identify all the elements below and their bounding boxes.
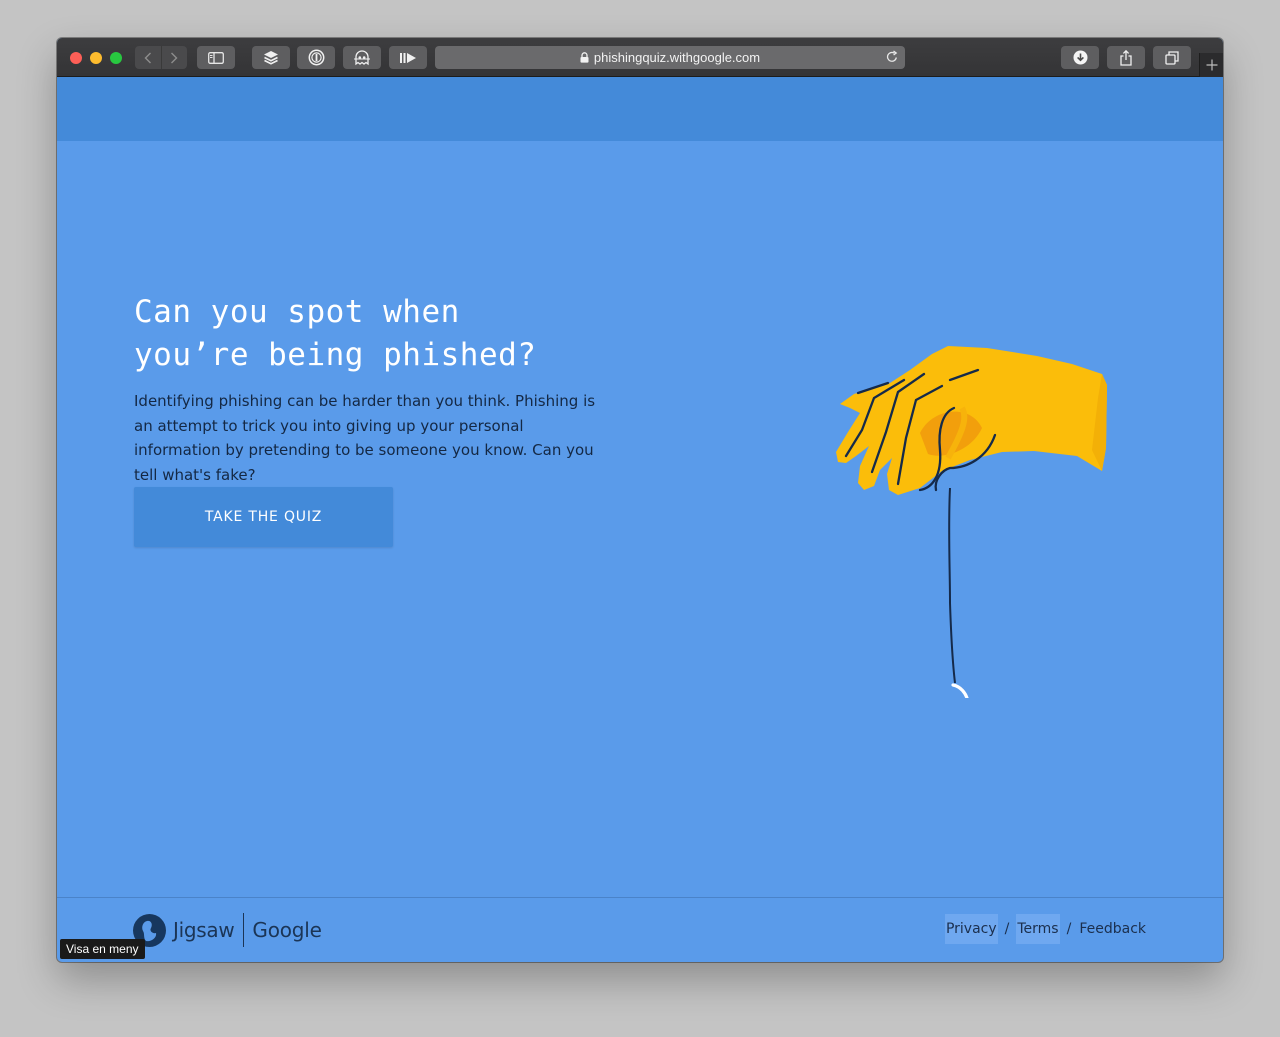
ghost-icon (354, 49, 370, 65)
sidebar-icon (208, 51, 224, 64)
chevron-left-icon (144, 52, 151, 63)
password-manager-button[interactable] (297, 46, 335, 69)
privacy-link[interactable]: Privacy (944, 914, 998, 944)
minimize-window-button[interactable] (90, 52, 102, 64)
link-separator: / (1004, 921, 1010, 937)
menu-tooltip: Visa en meny (60, 939, 145, 959)
hero-title-line-2: you’re being phished? (134, 337, 537, 373)
stack-icon (264, 51, 278, 65)
page-footer: Jigsaw Google Privacy / Terms / Feedback (57, 897, 1223, 962)
back-button[interactable] (136, 46, 161, 69)
fishing-line (948, 487, 956, 684)
chevron-right-icon (171, 52, 178, 63)
footer-links: Privacy / Terms / Feedback (944, 914, 1147, 944)
reload-button[interactable] (885, 50, 899, 67)
sidebar-button[interactable] (197, 46, 235, 69)
new-tab-button[interactable] (1199, 53, 1223, 77)
take-quiz-button[interactable]: TAKE THE QUIZ (134, 487, 393, 547)
downloads-button[interactable] (1061, 46, 1099, 69)
hook-icon (951, 683, 969, 698)
brand-lockup[interactable]: Jigsaw Google (133, 913, 322, 947)
plus-icon (1206, 59, 1217, 71)
hero-title-line-1: Can you spot when (134, 294, 460, 330)
tabs-icon (1165, 50, 1179, 65)
hero-title: Can you spot when you’re being phished? (134, 291, 654, 377)
link-separator: / (1066, 921, 1072, 937)
forward-button[interactable] (162, 46, 187, 69)
back-forward-group (135, 46, 187, 69)
buffer-extension-button[interactable] (252, 46, 290, 69)
onepassword-icon (308, 49, 324, 66)
terms-link[interactable]: Terms (1016, 914, 1060, 944)
share-button[interactable] (1107, 46, 1145, 69)
feedback-link[interactable]: Feedback (1078, 914, 1147, 944)
reload-icon (886, 50, 898, 62)
address-bar[interactable]: phishingquiz.withgoogle.com (435, 46, 905, 69)
hero-description: Identifying phishing can be harder than … (134, 392, 596, 484)
brand-divider (243, 913, 245, 947)
tab-overview-button[interactable] (1153, 46, 1191, 69)
share-icon (1120, 49, 1132, 66)
google-wordmark: Google (252, 918, 322, 942)
play-forward-icon (400, 52, 416, 63)
close-window-button[interactable] (70, 52, 82, 64)
maximize-window-button[interactable] (110, 52, 122, 64)
jigsaw-wordmark: Jigsaw (173, 918, 235, 942)
browser-toolbar: phishingquiz.withgoogle.com (57, 38, 1223, 77)
download-icon (1073, 50, 1087, 65)
ghostery-extension-button[interactable] (343, 46, 381, 69)
address-url: phishingquiz.withgoogle.com (593, 50, 761, 65)
media-extension-button[interactable] (389, 46, 427, 69)
browser-window: phishingquiz.withgoogle.com Can you spot… (57, 38, 1223, 962)
page-header-band (57, 77, 1223, 141)
hand-hook-illustration (836, 346, 1107, 698)
lock-icon (580, 52, 589, 63)
